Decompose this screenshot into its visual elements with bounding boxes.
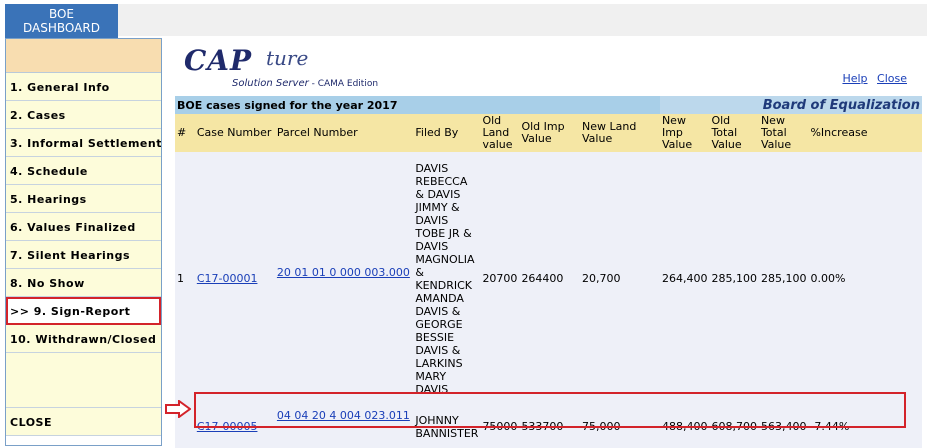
logo-subtitle: Solution Server - CAMA Edition xyxy=(232,78,378,89)
board-title: Board of Equalization xyxy=(659,96,922,114)
cell-old-land: 20700 xyxy=(480,152,520,405)
cell-old-total: 285,100 xyxy=(709,152,759,405)
cell-old-imp: 533700 xyxy=(519,405,581,448)
col-header-old-land: Old Land value xyxy=(480,114,520,152)
cell-old-land: 75000 xyxy=(480,405,520,448)
logo-main-text: CAP xyxy=(184,44,253,77)
top-links: Help Close xyxy=(836,72,907,85)
sidebar-item-silent-hearings[interactable]: 7. Silent Hearings xyxy=(6,241,161,269)
col-header-new-total: New Total Value xyxy=(758,114,809,152)
logo-sub-suffix: - CAMA Edition xyxy=(308,79,379,89)
cell-old-imp: 264400 xyxy=(519,152,581,405)
sidebar-header xyxy=(6,39,161,73)
main-content: CAP ture Solution Server - CAMA Edition … xyxy=(170,38,927,448)
cell-filed-by: DAVIS REBECCA & DAVIS JIMMY & DAVIS TOBE… xyxy=(413,152,481,405)
col-header-pct-increase: %Increase xyxy=(808,114,922,152)
parcel-number-link[interactable]: 20 01 01 0 000 003.000 xyxy=(277,266,410,279)
cell-pct-increase: 0.00% xyxy=(808,152,922,405)
table-caption: BOE cases signed for the year 2017 xyxy=(175,96,660,114)
case-number-link[interactable]: C17-00001 xyxy=(197,272,258,285)
table-row: C17-00005 04 04 20 4 004 023.011 JOHNNY … xyxy=(175,405,922,448)
sidebar-item-cases[interactable]: 2. Cases xyxy=(6,101,161,129)
cell-filed-by: JOHNNY BANNISTER xyxy=(413,405,481,448)
cell-new-total: 563,400 xyxy=(758,405,809,448)
caption-row: BOE cases signed for the year 2017 Board… xyxy=(175,96,922,114)
col-header-case-number: Case Number xyxy=(194,114,275,152)
sidebar-item-values-finalized[interactable]: 6. Values Finalized xyxy=(6,213,161,241)
sidebar-close-button[interactable]: CLOSE xyxy=(6,408,161,436)
close-link[interactable]: Close xyxy=(877,72,907,85)
col-header-old-total: Old Total Value xyxy=(709,114,759,152)
col-header-old-imp: Old Imp Value xyxy=(519,114,581,152)
cell-new-imp: 264,400 xyxy=(659,152,710,405)
top-bar-fill xyxy=(118,4,927,36)
boe-dashboard-tab[interactable]: BOE DASHBOARD xyxy=(5,4,118,38)
cell-pct-increase: -7.44% xyxy=(808,405,922,448)
col-header-filed-by: Filed By xyxy=(413,114,481,152)
sidebar-spacer xyxy=(6,353,161,408)
cell-old-total: 608,700 xyxy=(709,405,759,448)
help-link[interactable]: Help xyxy=(842,72,867,85)
parcel-number-link[interactable]: 04 04 20 4 004 023.011 xyxy=(277,409,410,422)
tab-label-line1: BOE xyxy=(48,7,75,21)
cell-num: 1 xyxy=(175,152,195,405)
sidebar-item-sign-report[interactable]: >> 9. Sign-Report xyxy=(6,297,161,325)
logo-script-text: ture xyxy=(266,46,309,70)
col-header-new-land: New Land Value xyxy=(580,114,660,152)
sidebar-item-schedule[interactable]: 4. Schedule xyxy=(6,157,161,185)
sidebar-item-no-show[interactable]: 8. No Show xyxy=(6,269,161,297)
col-header-new-imp: New Imp Value xyxy=(659,114,710,152)
pointer-arrow-icon xyxy=(165,400,191,418)
sidebar-item-hearings[interactable]: 5. Hearings xyxy=(6,185,161,213)
case-number-link[interactable]: C17-00005 xyxy=(197,420,258,433)
sidebar: 1. General Info 2. Cases 3. Informal Set… xyxy=(5,38,162,446)
sidebar-item-withdrawn-closed[interactable]: 10. Withdrawn/Closed xyxy=(6,325,161,353)
table-row: 1 C17-00001 20 01 01 0 000 003.000 DAVIS… xyxy=(175,152,922,405)
cell-new-total: 285,100 xyxy=(758,152,809,405)
header-row: # Case Number Parcel Number Filed By Old… xyxy=(175,114,922,152)
col-header-num: # xyxy=(175,114,195,152)
col-header-parcel-number: Parcel Number xyxy=(274,114,414,152)
top-bar: BOE DASHBOARD xyxy=(0,0,927,38)
capture-logo: CAP ture Solution Server - CAMA Edition xyxy=(184,44,444,89)
logo-sub-line: Solution Server xyxy=(232,78,309,89)
sidebar-item-general-info[interactable]: 1. General Info xyxy=(6,73,161,101)
cell-new-land: 75,000 xyxy=(580,405,660,448)
cell-new-imp: 488,400 xyxy=(659,405,710,448)
tab-label-line2: DASHBOARD xyxy=(23,21,100,35)
sidebar-item-informal-settlements[interactable]: 3. Informal Settlements xyxy=(6,129,161,157)
boe-cases-table: BOE cases signed for the year 2017 Board… xyxy=(175,96,922,448)
cell-new-land: 20,700 xyxy=(580,152,660,405)
